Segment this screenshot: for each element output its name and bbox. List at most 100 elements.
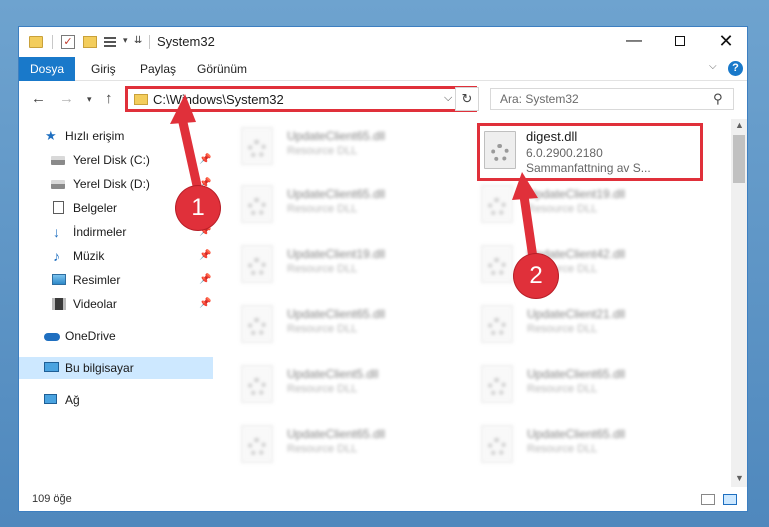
window-title: System32 [157,34,215,49]
folder-icon [134,94,148,105]
dll-file-icon [241,245,273,283]
file-item-digest-dll[interactable]: digest.dll 6.0.2900.2180 Sammanfattning … [477,123,703,181]
file-name: UpdateClient5.dll [287,367,379,381]
recent-locations-icon[interactable]: ▾ [87,94,92,105]
file-name: UpdateClient19.dll [287,247,386,261]
file-type: Resource DLL [287,383,358,395]
vertical-scrollbar[interactable]: ▲ ▼ [731,119,747,487]
file-name: UpdateClient65.dll [287,129,386,143]
customize-toolbar-icon[interactable] [104,35,120,49]
file-type: Resource DLL [287,323,358,335]
drive-icon [51,156,65,165]
scrollbar-thumb[interactable] [733,135,745,183]
music-icon: ♪ [53,248,60,264]
sidebar-item-label: Ağ [65,393,80,407]
minimize-button[interactable]: — [611,27,657,57]
dll-file-icon [241,185,273,223]
sidebar-item-this-pc[interactable]: Bu bilgisayar [19,357,213,379]
close-button[interactable]: ✕ [703,27,747,57]
file-item[interactable]: UpdateClient21.dll Resource DLL [459,299,691,349]
help-icon[interactable]: ? [728,61,743,76]
dll-file-icon [241,425,273,463]
search-icon[interactable]: ⚲ [713,91,723,107]
file-item[interactable]: UpdateClient65.dll Resource DLL [459,359,691,409]
search-placeholder: Ara: System32 [500,92,579,106]
file-name: UpdateClient21.dll [527,307,626,321]
pin-icon[interactable]: 📌 [199,149,211,171]
scroll-down-icon[interactable]: ▼ [735,473,744,483]
video-icon [52,298,66,310]
file-type: Resource DLL [527,203,598,215]
file-type: Resource DLL [527,443,598,455]
file-item[interactable]: UpdateClient19.dll Resource DLL [459,179,691,229]
chevron-down-icon[interactable]: ▾ [123,35,128,51]
address-bar[interactable]: C:\Windows\System32 ⌵ [125,86,477,112]
file-item[interactable]: UpdateClient5.dll Resource DLL [219,359,451,409]
file-item[interactable]: UpdateClient65.dll Resource DLL [219,419,451,469]
file-item[interactable]: UpdateClient65.dll Resource DLL [219,179,451,229]
file-type: Resource DLL [287,145,358,157]
back-arrow-icon[interactable]: ← [31,90,46,107]
file-item[interactable]: UpdateClient65.dll Resource DLL [219,299,451,349]
sidebar-item-local-disk-c[interactable]: Yerel Disk (C:) 📌 [19,149,213,171]
status-bar: 109 öğe [19,489,747,511]
dll-file-icon [241,305,273,343]
file-name: UpdateClient65.dll [287,187,386,201]
file-name: UpdateClient65.dll [287,307,386,321]
tab-share[interactable]: Paylaş [140,57,176,81]
sidebar-item-onedrive[interactable]: OneDrive [19,325,213,347]
up-arrow-icon[interactable]: ↑ [105,90,113,107]
file-type: Resource DLL [527,383,598,395]
large-icons-view-icon[interactable] [723,494,737,505]
sidebar-item-label: Bu bilgisayar [65,361,134,375]
file-item[interactable]: UpdateClient19.dll Resource DLL [219,239,451,289]
details-view-icon[interactable] [701,494,715,505]
dll-file-icon [481,305,513,343]
sidebar-item-videos[interactable]: Videolar 📌 [19,293,213,315]
download-icon: ↓ [53,224,60,240]
callout-badge-1: 1 [176,186,220,230]
network-icon [44,394,57,404]
search-input[interactable]: Ara: System32 ⚲ [490,88,734,110]
pin-icon[interactable]: 📌 [199,293,211,315]
pin-icon[interactable]: 📌 [199,245,211,267]
tab-home[interactable]: Giriş [91,57,116,81]
dll-file-icon [484,131,516,169]
new-folder-icon[interactable] [83,36,97,48]
sidebar-item-label: İndirmeler [73,225,127,239]
folder-icon[interactable] [29,36,43,48]
forward-arrow-icon[interactable]: → [59,90,74,107]
sidebar-item-network[interactable]: Ağ [19,389,213,411]
expand-ribbon-icon[interactable]: ⌵ [709,61,717,72]
sidebar-item-quick-access[interactable]: ★ Hızlı erişim [19,125,213,147]
file-item[interactable]: UpdateClient65.dll Resource DLL [219,121,451,171]
maximize-button[interactable] [657,27,703,57]
title-bar: ✓ ▾ ⇊ System32 — ✕ [19,27,747,57]
file-name: UpdateClient65.dll [287,427,386,441]
dll-file-icon [481,245,513,283]
quick-access-menu-icon[interactable]: ⇊ [134,35,142,51]
properties-check-icon[interactable]: ✓ [61,35,75,49]
sidebar-item-label: Belgeler [73,201,118,215]
file-item[interactable]: UpdateClient65.dll Resource DLL [459,419,691,469]
drive-icon [51,180,65,189]
star-icon: ★ [45,128,57,143]
sidebar-item-pictures[interactable]: Resimler 📌 [19,269,213,291]
address-path[interactable]: C:\Windows\System32 [153,92,284,107]
file-item[interactable]: UpdateClient42.dll Resource DLL [459,239,691,289]
tab-view[interactable]: Görünüm [197,57,247,81]
cloud-icon [44,333,60,341]
sidebar-item-music[interactable]: ♪ Müzik 📌 [19,245,213,267]
file-name: UpdateClient65.dll [527,427,626,441]
scroll-up-icon[interactable]: ▲ [735,120,744,130]
file-type: Resource DLL [527,323,598,335]
sidebar-item-label: Hızlı erişim [65,129,125,143]
pictures-icon [52,274,66,285]
tab-file[interactable]: Dosya [19,57,75,81]
refresh-icon[interactable]: ↻ [455,87,479,111]
dll-file-icon [241,127,273,165]
pin-icon[interactable]: 📌 [199,269,211,291]
maximize-icon [675,35,685,46]
chevron-down-icon[interactable]: ⌵ [444,92,452,105]
dll-file-icon [481,425,513,463]
